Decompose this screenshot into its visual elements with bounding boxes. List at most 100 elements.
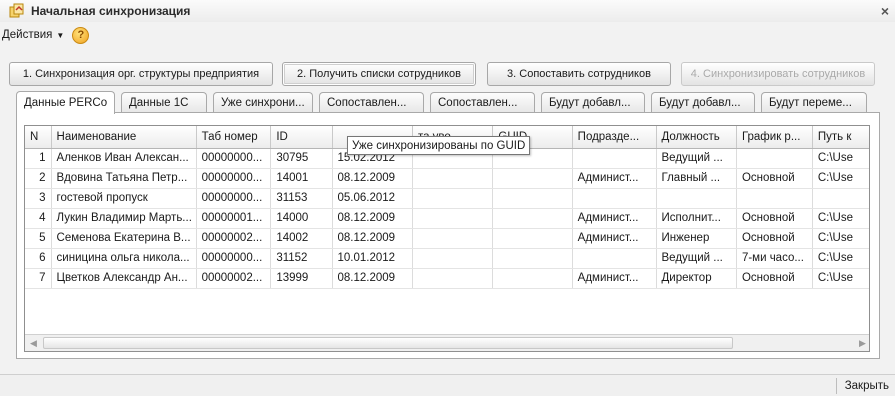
table-row[interactable]: 7 Цветков Александр Ан... 00000002... 13999…: [25, 268, 869, 289]
table-cell: Директор: [656, 268, 737, 289]
table-cell: [572, 248, 657, 269]
table-cell: 10.01.2012: [332, 248, 413, 269]
table-cell: 14000: [270, 208, 333, 229]
table-cell: 2: [25, 168, 52, 189]
tab-will-add-2[interactable]: Будут добавл...: [651, 92, 755, 113]
table-cell: 00000002...: [196, 228, 272, 249]
column-header[interactable]: Подразде...: [572, 126, 657, 149]
scroll-left-icon[interactable]: ◀: [25, 335, 42, 351]
table-cell: 30795: [270, 148, 333, 169]
tab-1c-data[interactable]: Данные 1С: [121, 92, 207, 113]
table-row[interactable]: 2 Вдовина Татьяна Петр... 00000000... 14001…: [25, 168, 869, 189]
table-row[interactable]: 5 Семенова Екатерина В... 00000002... 14002…: [25, 228, 869, 249]
table-cell: Основной: [736, 268, 813, 289]
window-title: Начальная синхронизация: [31, 4, 191, 18]
table-cell: [736, 148, 813, 169]
table-cell: гостевой пропуск: [51, 188, 197, 209]
tab-will-add-1[interactable]: Будут добавл...: [541, 92, 645, 113]
table-cell: [812, 188, 869, 209]
table-cell: 08.12.2009: [332, 228, 413, 249]
table-cell: [412, 248, 494, 269]
scrollbar-thumb[interactable]: [43, 337, 733, 349]
table-cell: Ведущий ...: [656, 148, 737, 169]
table-cell: [412, 268, 494, 289]
tab-already-synced[interactable]: Уже синхрони...: [213, 92, 313, 113]
table-cell: [412, 228, 494, 249]
status-bar: Закрыть: [0, 374, 895, 396]
table-cell: [412, 208, 494, 229]
table-cell: 14001: [270, 168, 333, 189]
table-cell: [656, 188, 737, 209]
table-cell: [492, 168, 573, 189]
table-cell: 08.12.2009: [332, 208, 413, 229]
table-cell: 08.12.2009: [332, 168, 413, 189]
table-cell: Админист...: [572, 208, 657, 229]
actions-menu-label: Действия: [2, 29, 53, 41]
table-row[interactable]: 3гостевой пропуск00000000...31153ООО "АВ…: [25, 188, 869, 209]
table-row[interactable]: 6 синицина ольга никола... 00000000... 3115…: [25, 248, 869, 269]
table-cell: [572, 148, 657, 169]
employees-table[interactable]: N Наименование Таб номер ID та уво... GU…: [24, 125, 870, 352]
table-cell: Вдовина Татьяна Петр...: [51, 168, 197, 189]
tab-will-move[interactable]: Будут переме...: [761, 92, 867, 113]
table-cell: 4: [25, 208, 52, 229]
table-cell: 31152: [270, 248, 333, 269]
table-cell: [492, 228, 573, 249]
table-cell: [492, 208, 573, 229]
column-header[interactable]: Таб номер: [196, 126, 272, 149]
table-cell: 05.06.2012: [332, 188, 413, 209]
table-cell: 00000000...: [196, 168, 272, 189]
table-cell: [572, 188, 657, 209]
actions-menu[interactable]: Действия ▼: [2, 29, 64, 41]
chevron-down-icon: ▼: [56, 30, 65, 40]
column-header[interactable]: Путь к: [812, 126, 869, 149]
table-cell: Основной: [736, 168, 813, 189]
table-cell: 5: [25, 228, 52, 249]
table-cell: [412, 168, 494, 189]
column-header[interactable]: Наименование: [51, 126, 197, 149]
menu-bar: Действия ▼ ?: [0, 25, 90, 45]
horizontal-scrollbar[interactable]: ◀ ▶: [25, 334, 869, 351]
table-cell: [736, 188, 813, 209]
step-sync-employees-button[interactable]: 4. Синхронизировать сотрудников: [681, 62, 875, 86]
table-cell: Лукин Владимир Марть...: [51, 208, 197, 229]
tab-matched-2[interactable]: Сопоставлен...: [430, 92, 535, 113]
table-cell: 7: [25, 268, 52, 289]
table-cell: C:\Use: [812, 148, 869, 169]
table-cell: C:\Use: [812, 208, 869, 229]
sync-app-icon: [9, 3, 25, 19]
tab-perco-data[interactable]: Данные PERCo: [16, 91, 115, 114]
table-cell: Админист...: [572, 228, 657, 249]
column-header[interactable]: N: [25, 126, 52, 149]
table-cell: [492, 268, 573, 289]
column-header[interactable]: ID: [270, 126, 333, 149]
step-match-employees-button[interactable]: 3. Сопоставить сотрудников: [487, 62, 671, 86]
table-cell: 00000002...: [196, 268, 272, 289]
table-cell: C:\Use: [812, 228, 869, 249]
table-cell: синицина ольга никола...: [51, 248, 197, 269]
table-cell: Ведущий ...: [656, 248, 737, 269]
table-row[interactable]: 4 Лукин Владимир Марть... 00000001... 14000…: [25, 208, 869, 229]
step-sync-org-structure-button[interactable]: 1. Синхронизация орг. структуры предприя…: [9, 62, 273, 86]
table-cell: 00000000...: [196, 188, 272, 209]
step-get-employee-lists-button[interactable]: 2. Получить списки сотрудников: [282, 62, 476, 86]
table-cell: Админист...: [572, 268, 657, 289]
table-cell: Исполнит...: [656, 208, 737, 229]
column-header[interactable]: График р...: [736, 126, 813, 149]
table-cell: 3: [25, 188, 52, 209]
table-cell: [492, 248, 573, 269]
table-cell: [492, 188, 573, 209]
table-cell: C:\Use: [812, 168, 869, 189]
table-cell: Семенова Екатерина В...: [51, 228, 197, 249]
table-cell: 6: [25, 248, 52, 269]
table-cell: Основной: [736, 228, 813, 249]
scroll-right-icon[interactable]: ▶: [854, 335, 869, 351]
table-cell: 14002: [270, 228, 333, 249]
tab-matched-1[interactable]: Сопоставлен...: [319, 92, 424, 113]
table-cell: Основной: [736, 208, 813, 229]
window-close-icon[interactable]: ×: [881, 3, 889, 19]
help-icon[interactable]: ?: [72, 26, 90, 44]
table-cell: Цветков Александр Ан...: [51, 268, 197, 289]
column-header[interactable]: Должность: [656, 126, 737, 149]
close-button[interactable]: Закрыть: [835, 378, 889, 394]
